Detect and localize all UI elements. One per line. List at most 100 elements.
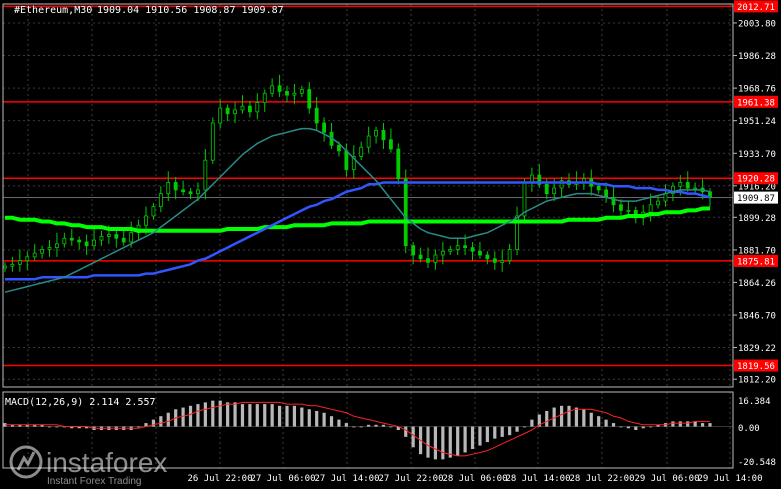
candle-body bbox=[3, 265, 7, 269]
macd-bar bbox=[448, 426, 452, 458]
macd-bar bbox=[166, 412, 170, 427]
macd-bar bbox=[574, 407, 579, 427]
x-tick-label: 28 Jul 14:00 bbox=[505, 474, 570, 484]
macd-bar bbox=[381, 424, 386, 427]
candle-body bbox=[663, 193, 668, 202]
macd-bar bbox=[478, 426, 482, 446]
candle-body bbox=[173, 182, 178, 191]
candle-body bbox=[485, 254, 490, 260]
macd-bar bbox=[136, 426, 141, 428]
candle-body bbox=[158, 193, 163, 208]
candle-body bbox=[10, 263, 15, 267]
macd-bar bbox=[292, 405, 297, 427]
macd-bar bbox=[359, 426, 363, 428]
macd-bar bbox=[255, 404, 259, 427]
macd-bar bbox=[604, 419, 608, 427]
candle-body bbox=[470, 247, 475, 252]
candle-body bbox=[255, 102, 260, 113]
candle-body bbox=[40, 249, 45, 254]
candle-body bbox=[84, 241, 89, 247]
macd-bar bbox=[700, 423, 705, 427]
candle-body bbox=[17, 260, 22, 265]
macd-bar bbox=[300, 407, 304, 427]
macd-bar bbox=[678, 421, 682, 427]
time-axis[interactable]: 26 Jul 22:0027 Jul 06:0027 Jul 14:0027 J… bbox=[187, 474, 762, 484]
x-tick-label: 28 Jul 06:00 bbox=[442, 474, 507, 484]
macd-bar bbox=[196, 404, 200, 427]
macd-bar bbox=[470, 426, 475, 449]
watermark-tagline: Instant Forex Trading bbox=[47, 476, 142, 487]
candle-body bbox=[181, 189, 186, 193]
macd-bar bbox=[181, 407, 185, 427]
macd-bar bbox=[226, 402, 230, 427]
macd-bar bbox=[344, 423, 348, 427]
macd-bar bbox=[463, 426, 467, 453]
candle-body bbox=[619, 204, 623, 211]
candle-body bbox=[344, 150, 349, 170]
candle-body bbox=[277, 85, 282, 92]
candle-body bbox=[32, 252, 37, 258]
x-tick-label: 27 Jul 14:00 bbox=[314, 474, 379, 484]
candle-body bbox=[440, 250, 445, 256]
macd-bar bbox=[649, 426, 653, 428]
candle-body bbox=[247, 105, 252, 113]
candle-body bbox=[299, 89, 304, 94]
candle-body bbox=[218, 107, 223, 124]
macd-bar bbox=[329, 416, 334, 427]
candle-body bbox=[552, 187, 557, 195]
candle-body bbox=[374, 130, 378, 137]
candle-body bbox=[626, 209, 631, 212]
macd-bar bbox=[433, 426, 438, 460]
candle-body bbox=[225, 107, 230, 115]
candle-body bbox=[396, 148, 401, 180]
macd-bar bbox=[352, 426, 356, 428]
candle-body bbox=[448, 249, 453, 252]
x-tick-label: 27 Jul 06:00 bbox=[250, 474, 315, 484]
macd-bar bbox=[508, 426, 512, 436]
candle-body bbox=[188, 191, 193, 195]
macd-bar bbox=[218, 400, 222, 427]
macd-tick-zero: 0.00 bbox=[738, 424, 760, 434]
macd-bar bbox=[240, 404, 245, 427]
macd-bar bbox=[270, 404, 274, 427]
ohlc-readout: 1909.04 1910.56 1908.87 1909.87 bbox=[97, 5, 284, 16]
chart-background bbox=[0, 0, 781, 489]
candle-body bbox=[656, 200, 660, 206]
candle-body bbox=[418, 254, 423, 260]
macd-bar bbox=[389, 426, 393, 428]
price-chart[interactable]: 2003.801986.281968.761951.241933.701916.… bbox=[0, 0, 781, 489]
candle-body bbox=[270, 85, 275, 94]
candle-body bbox=[77, 239, 82, 243]
macd-bar bbox=[263, 404, 267, 427]
macd-bar bbox=[634, 426, 638, 430]
macd-bar bbox=[426, 426, 430, 458]
y-tick-label: 1864.26 bbox=[738, 279, 776, 289]
candle-body bbox=[129, 232, 134, 243]
candle-body bbox=[307, 89, 312, 109]
y-tick-label: 1968.76 bbox=[738, 85, 776, 95]
macd-bar bbox=[211, 400, 215, 427]
candle-body bbox=[596, 185, 601, 191]
candle-body bbox=[210, 122, 215, 161]
candle-body bbox=[678, 182, 683, 187]
candle-body bbox=[262, 92, 267, 103]
macd-bar bbox=[611, 423, 616, 427]
y-tick-label: 1829.22 bbox=[738, 344, 776, 354]
y-tick-label: 1846.70 bbox=[738, 312, 776, 322]
candle-body bbox=[433, 254, 438, 263]
candle-body bbox=[693, 187, 698, 190]
macd-bar bbox=[277, 405, 282, 427]
candle-body bbox=[233, 109, 237, 115]
macd-bar bbox=[589, 412, 593, 427]
level-label: 1961.38 bbox=[737, 98, 775, 108]
macd-bar bbox=[404, 426, 408, 437]
candle-body bbox=[240, 105, 245, 111]
macd-tick-top: 16.384 bbox=[738, 397, 771, 407]
macd-bar bbox=[307, 409, 311, 427]
macd-bar bbox=[159, 416, 163, 427]
candle-body bbox=[648, 204, 653, 213]
macd-tick-bottom: -20.548 bbox=[738, 458, 776, 468]
candle-body bbox=[337, 144, 341, 152]
macd-bar bbox=[233, 402, 237, 427]
candle-body bbox=[507, 249, 512, 261]
